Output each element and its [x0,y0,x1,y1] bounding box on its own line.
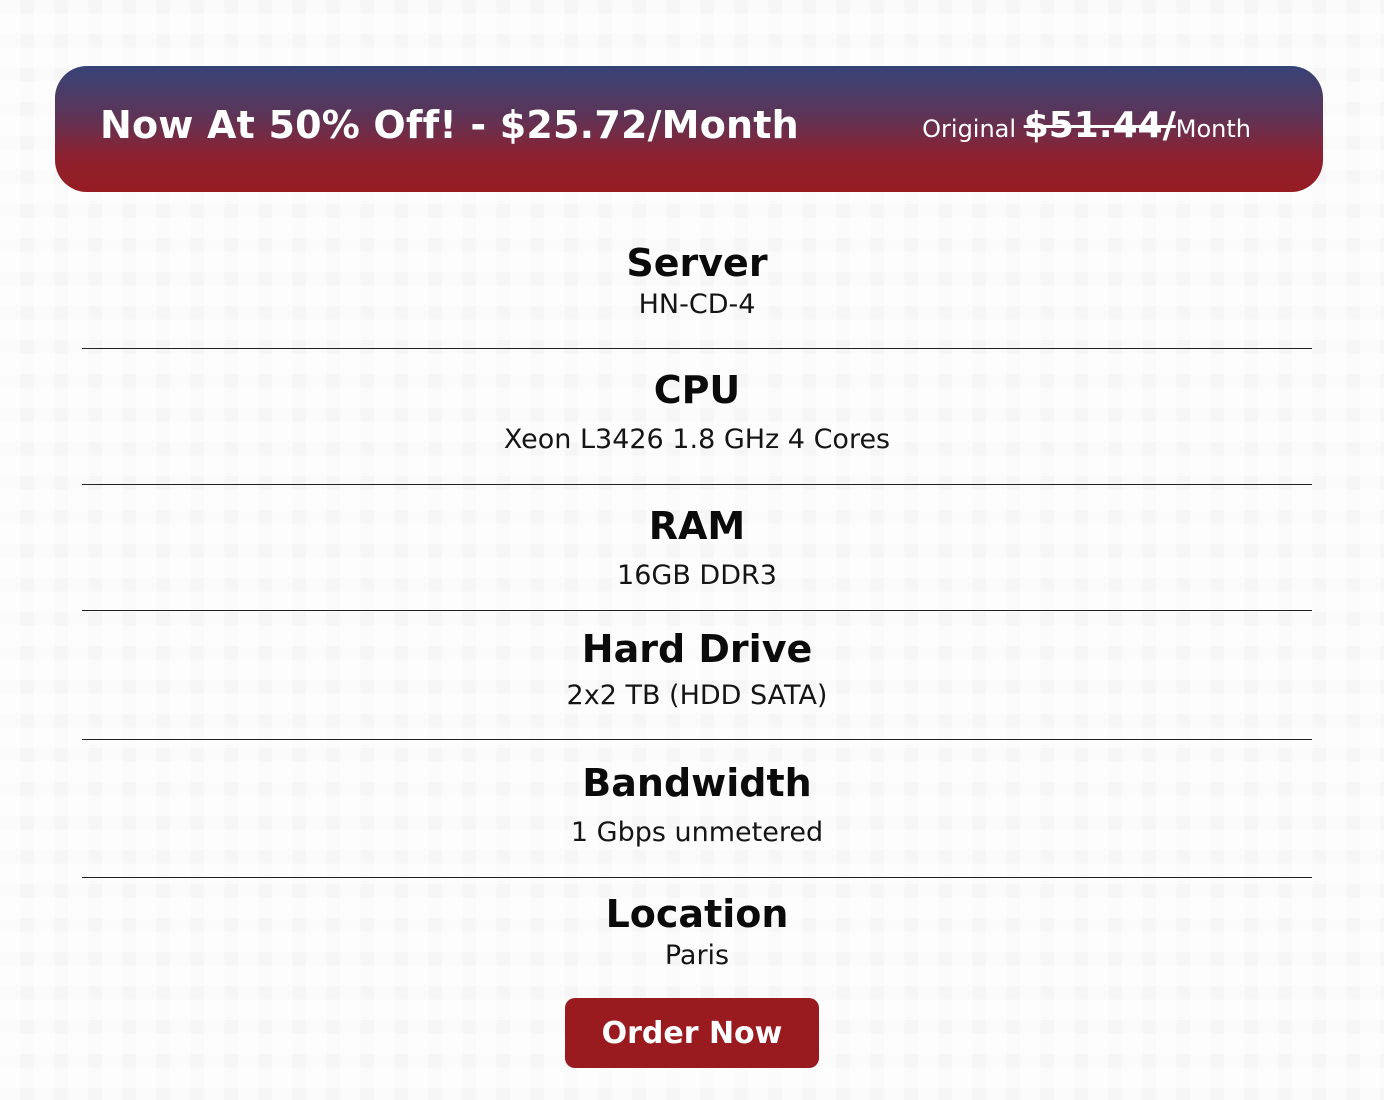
spec-hard-drive: Hard Drive 2x2 TB (HDD SATA) [82,611,1312,740]
original-suffix: Month [1175,115,1251,143]
original-prefix: Original [922,115,1024,143]
spec-ram: RAM 16GB DDR3 [82,485,1312,611]
spec-label: Server [626,241,768,285]
discount-banner: Now At 50% Off! - $25.72/Month Original … [55,66,1323,192]
spec-value: 1 Gbps unmetered [570,817,824,848]
spec-bandwidth: Bandwidth 1 Gbps unmetered [82,740,1312,878]
spec-value: 2x2 TB (HDD SATA) [566,680,828,711]
spec-location: Location Paris [82,878,1312,988]
spec-value: Xeon L3426 1.8 GHz 4 Cores [503,424,891,455]
spec-server: Server HN-CD-4 [82,230,1312,349]
spec-label: Location [605,892,789,936]
spec-value: HN-CD-4 [638,289,756,320]
spec-label: Hard Drive [581,627,813,671]
spec-value: 16GB DDR3 [617,560,777,591]
discount-headline: Now At 50% Off! - $25.72/Month [100,103,799,147]
spec-label: RAM [648,504,746,548]
original-price: $51.44/ [1023,105,1176,146]
spec-cpu: CPU Xeon L3426 1.8 GHz 4 Cores [82,349,1312,485]
spec-label: Bandwidth [582,761,812,805]
spec-value: Paris [664,940,730,971]
original-price-block: Original $51.44/Month [922,105,1251,146]
spec-label: CPU [653,368,741,412]
order-now-button[interactable]: Order Now [565,998,819,1068]
server-spec-list: Server HN-CD-4 CPU Xeon L3426 1.8 GHz 4 … [82,230,1312,988]
